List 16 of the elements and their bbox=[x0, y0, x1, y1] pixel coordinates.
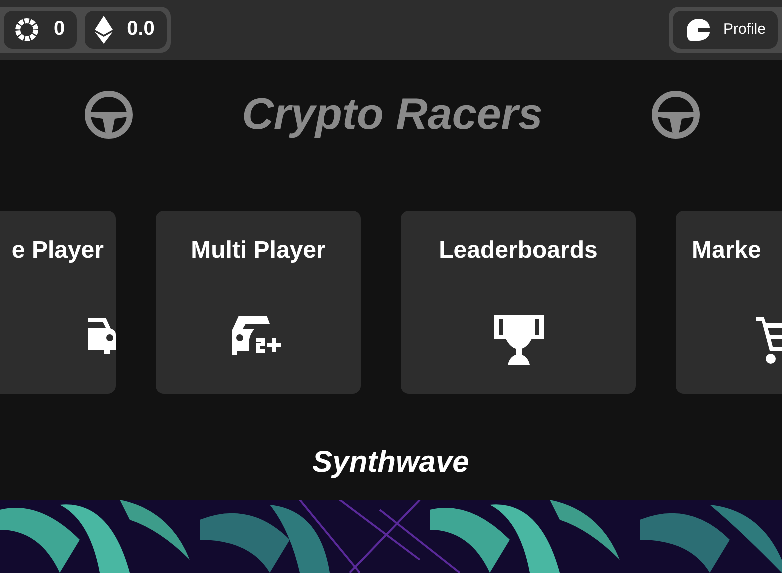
steering-wheel-icon bbox=[84, 90, 134, 140]
balance-chip[interactable]: 0 bbox=[4, 10, 78, 49]
mode-card[interactable]: Marke bbox=[676, 210, 782, 394]
cart-icon bbox=[756, 314, 782, 365]
mode-card[interactable]: Multi Player bbox=[156, 210, 361, 394]
profile-button[interactable]: Profile bbox=[673, 10, 778, 49]
steering-wheel-icon bbox=[651, 90, 701, 140]
balance-chip[interactable]: 0.0 bbox=[85, 10, 167, 49]
mode-card[interactable]: Leaderboards bbox=[401, 210, 636, 394]
app-title: Crypto Racers bbox=[242, 90, 543, 140]
theme-label: Synthwave bbox=[312, 446, 470, 482]
ethereum-icon bbox=[95, 16, 114, 44]
ring-icon bbox=[14, 16, 40, 43]
mode-card[interactable]: e Player bbox=[0, 210, 116, 394]
trophy-icon bbox=[494, 314, 544, 365]
helmet-icon bbox=[685, 18, 712, 41]
